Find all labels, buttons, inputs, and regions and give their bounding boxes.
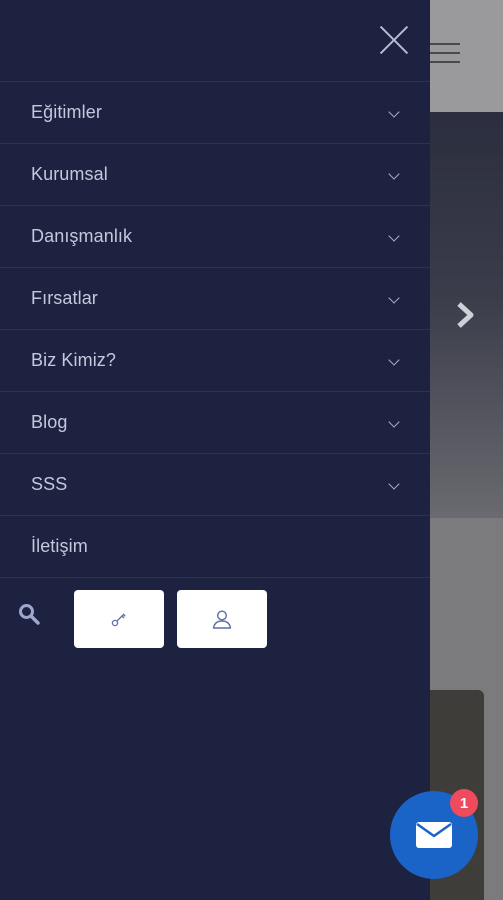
drawer-actions [0,578,430,658]
notification-badge: 1 [450,789,478,817]
chevron-down-icon[interactable] [388,107,400,119]
menu-list: Eğitimler Kurumsal Danışmanlık Fırsatlar… [0,82,430,578]
menu-item-label: İletişim [31,536,88,556]
menu-item-danismanlik[interactable]: Danışmanlık [0,206,430,268]
chevron-down-icon[interactable] [388,293,400,305]
menu-item-biz-kimiz[interactable]: Biz Kimiz? [0,330,430,392]
user-icon [212,610,232,629]
mail-icon [416,822,452,848]
menu-item-kurumsal[interactable]: Kurumsal [0,144,430,206]
close-icon[interactable] [378,24,410,56]
hamburger-icon[interactable] [430,43,460,67]
menu-item-label: Danışmanlık [31,226,133,246]
menu-item-label: Biz Kimiz? [31,350,117,370]
chevron-down-icon[interactable] [388,169,400,181]
account-button[interactable] [177,590,267,648]
search-icon[interactable] [17,602,41,626]
menu-item-label: Eğitimler [31,102,102,122]
menu-item-label: Kurumsal [31,164,108,184]
menu-item-egitimler[interactable]: Eğitimler [0,82,430,144]
menu-item-iletisim[interactable]: İletişim [0,516,430,578]
menu-item-sss[interactable]: SSS [0,454,430,516]
menu-item-blog[interactable]: Blog [0,392,430,454]
chevron-down-icon[interactable] [388,479,400,491]
login-button[interactable] [74,590,164,648]
menu-item-label: Fırsatlar [31,288,98,308]
key-icon [111,613,126,627]
chevron-down-icon[interactable] [388,417,400,429]
menu-item-label: SSS [31,474,68,494]
menu-item-firsatlar[interactable]: Fırsatlar [0,268,430,330]
mobile-menu-drawer: Eğitimler Kurumsal Danışmanlık Fırsatlar… [0,0,430,900]
chevron-right-icon[interactable] [450,300,480,330]
chevron-down-icon[interactable] [388,231,400,243]
chevron-down-icon[interactable] [388,355,400,367]
drawer-header [0,0,430,82]
menu-item-label: Blog [31,412,68,432]
